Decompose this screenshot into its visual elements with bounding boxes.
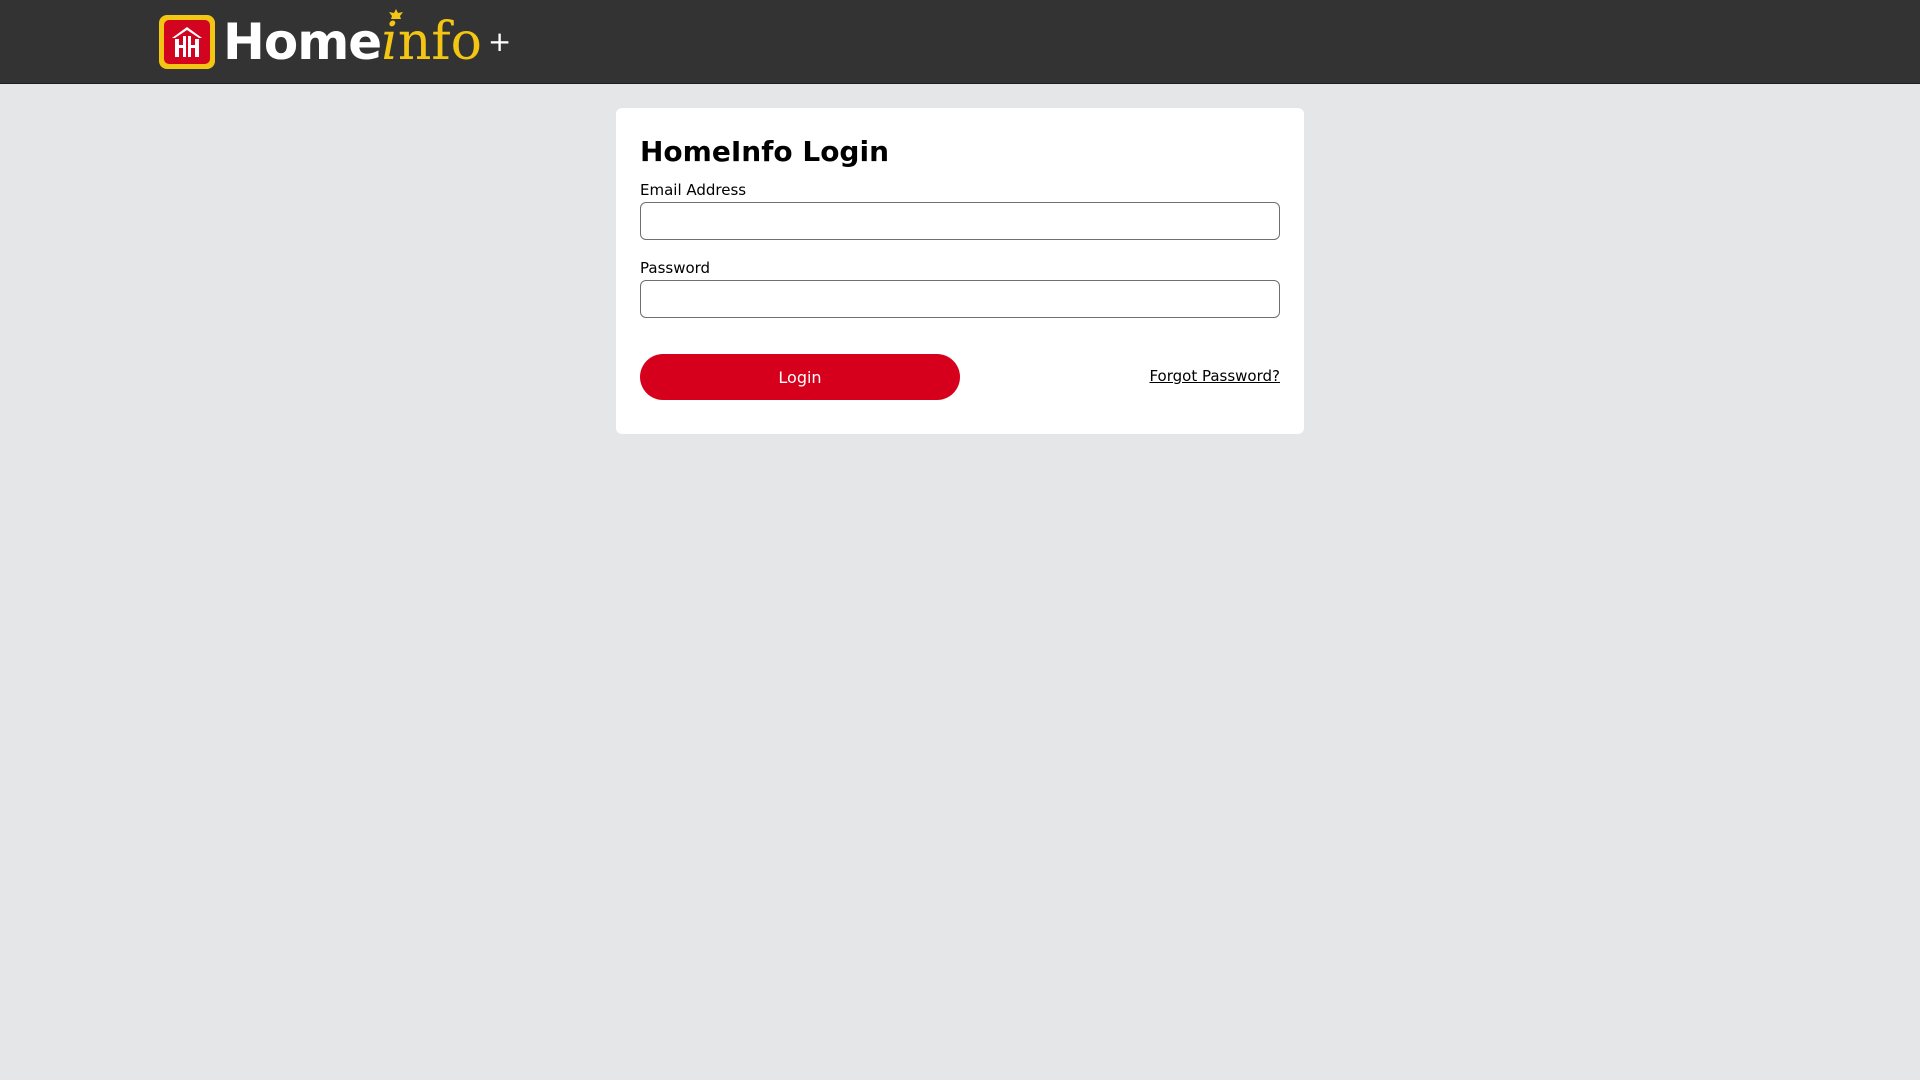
password-field[interactable]: [640, 280, 1280, 318]
password-label: Password: [640, 259, 711, 277]
login-card: HomeInfo Login Email Address Password Lo…: [616, 108, 1304, 434]
logo-plus: +: [487, 25, 512, 58]
login-actions: Login Forgot Password?: [640, 354, 1280, 400]
email-field[interactable]: [640, 202, 1280, 240]
page-title: HomeInfo Login: [640, 135, 890, 168]
top-bar: Home i nfo +: [0, 0, 1920, 84]
logo-word-info: i nfo: [381, 9, 482, 71]
logo-letter-i: i: [381, 9, 404, 71]
home-hardware-badge-icon: [159, 15, 215, 69]
homeinfo-plus-logo[interactable]: Home i nfo +: [159, 9, 512, 71]
house-h-glyph-icon: [172, 27, 202, 57]
email-label: Email Address: [640, 181, 747, 199]
forgot-password-link[interactable]: Forgot Password?: [1149, 366, 1280, 386]
logo-word-home: Home: [223, 13, 382, 71]
login-button[interactable]: Login: [640, 354, 960, 400]
maple-crown-icon: [389, 9, 404, 19]
